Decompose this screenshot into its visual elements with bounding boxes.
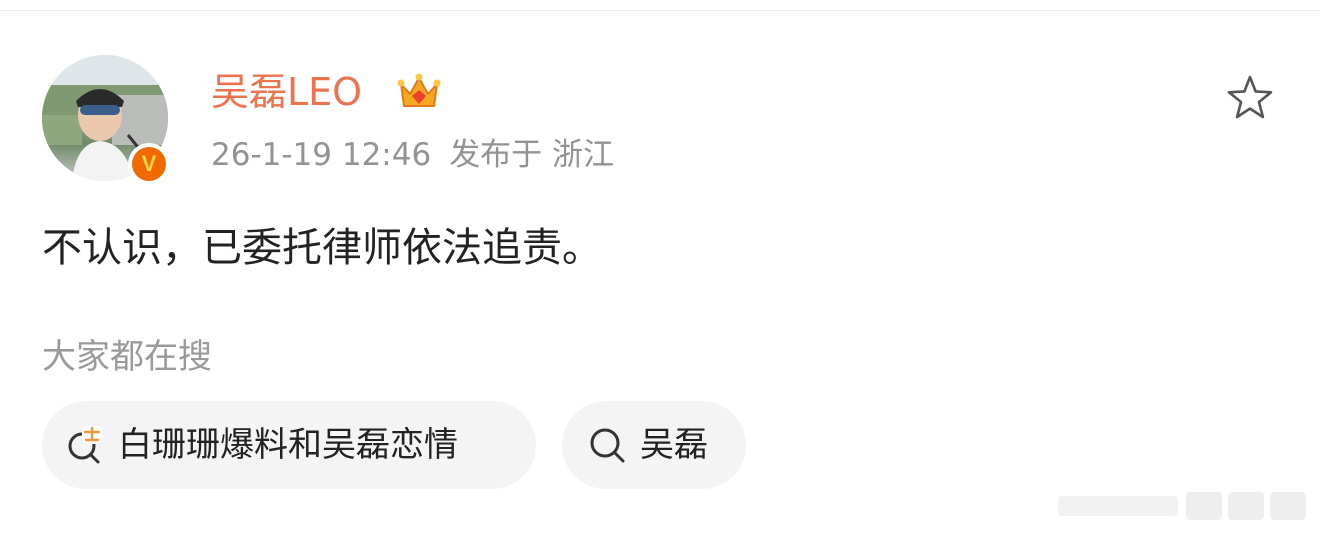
verified-v-icon: V [132, 147, 166, 181]
search-section-label: 大家都在搜 [42, 337, 212, 377]
hot-search-icon [68, 426, 102, 464]
verified-badge: V [128, 143, 170, 185]
search-chip[interactable]: 吴磊 [562, 401, 746, 489]
post-text: 不认识，已委托律师依法追责。 [42, 225, 602, 271]
username[interactable]: 吴磊LEO [211, 68, 362, 116]
search-icon [590, 428, 625, 463]
crown-icon[interactable] [396, 68, 442, 114]
search-chip-label: 白珊珊爆料和吴磊恋情 [118, 425, 458, 465]
post-location: 发布于 浙江 [449, 137, 615, 173]
watermark-logo [1058, 492, 1306, 520]
star-icon[interactable] [1224, 72, 1276, 124]
search-chip-label: 吴磊 [640, 425, 708, 465]
top-divider [0, 10, 1320, 11]
search-chip-hot[interactable]: 白珊珊爆料和吴磊恋情 [42, 401, 536, 489]
post-meta: 26-1-19 12:46 发布于 浙江 [211, 135, 614, 175]
post-timestamp: 26-1-19 12:46 [211, 137, 432, 173]
